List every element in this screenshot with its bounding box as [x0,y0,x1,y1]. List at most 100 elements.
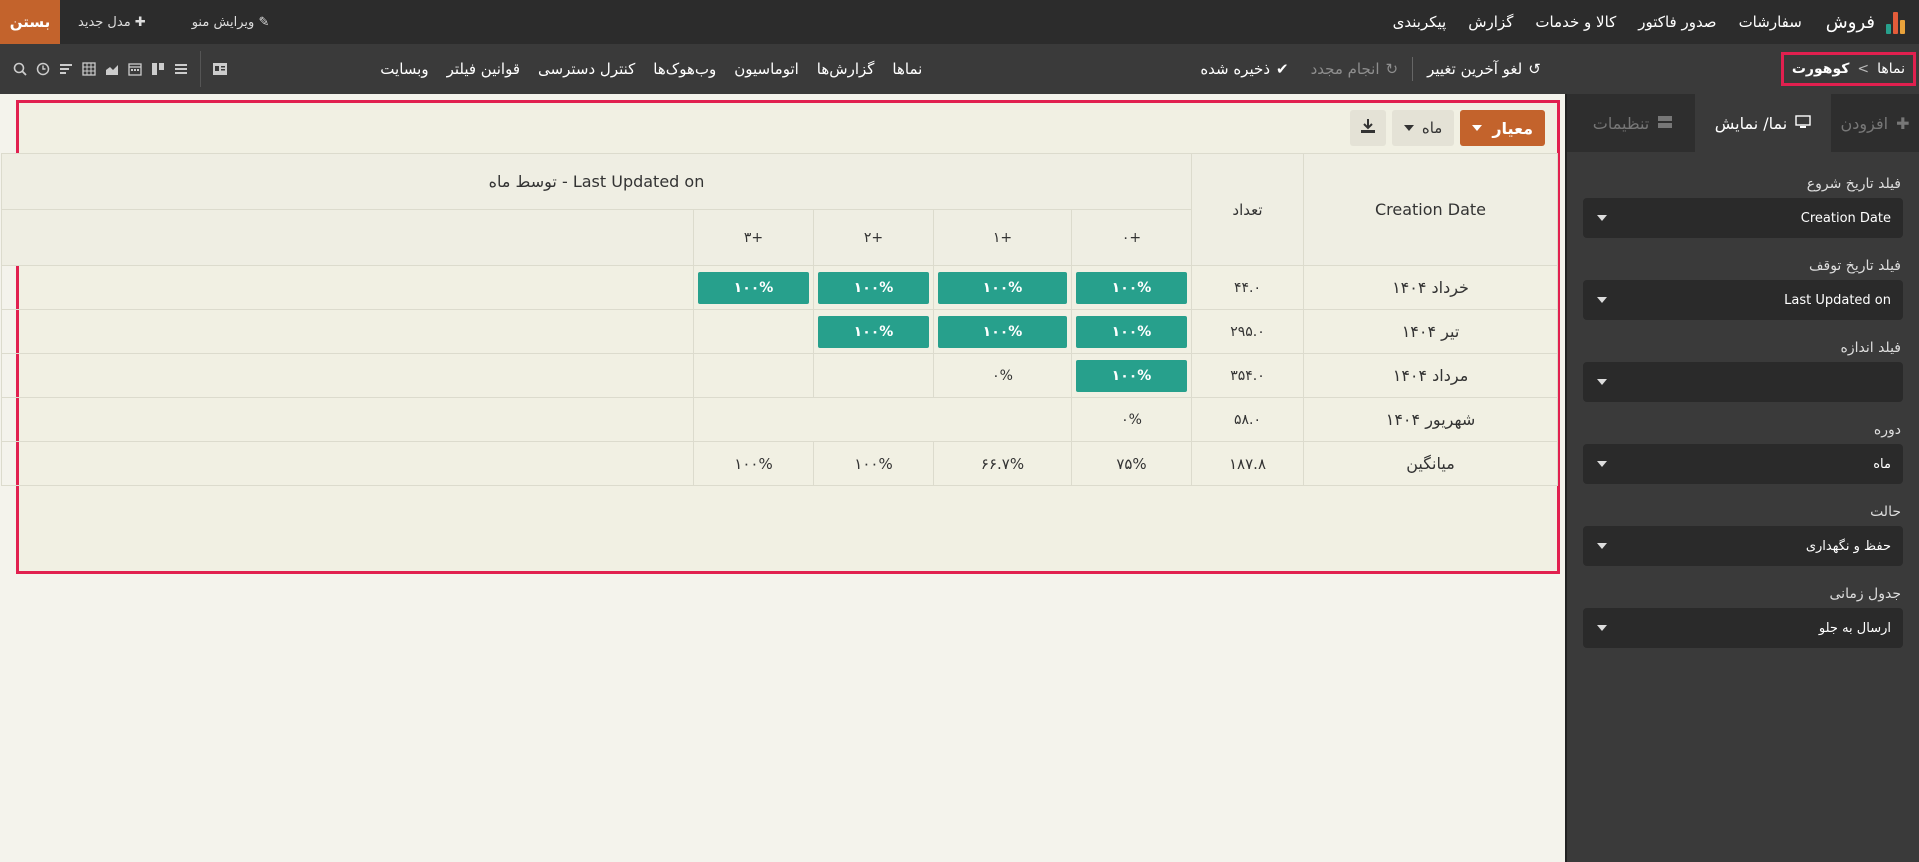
cohort-toolbar: معیار ماه [19,103,1557,153]
cohort-cell[interactable]: ۱۰۰% [933,309,1072,354]
plus-icon: ✚ [134,14,146,30]
menu-configuration[interactable]: پیکربندی [1393,13,1447,31]
cohort-cell[interactable]: ۱۰۰% [1071,265,1192,310]
menu-invoicing[interactable]: صدور فاکتور [1638,13,1716,31]
breadcrumb-views[interactable]: نماها [1877,61,1905,77]
start-date-select[interactable]: Creation Date [1583,198,1903,238]
interval-button[interactable]: ماه [1391,110,1455,146]
field-label: فیلد تاریخ توقف [1809,258,1901,274]
redo-icon: ↻ [1385,60,1399,78]
header-interval-2: +۲ [813,209,934,266]
new-model-link[interactable]: ✚ مدل جدید [78,15,146,30]
cohort-cell[interactable]: ۱۰۰% [1071,309,1192,354]
average-cell: ۶۶.۷% [933,441,1072,486]
form-view-icon[interactable] [212,61,228,77]
list-view-icon[interactable] [173,61,189,77]
cohort-cell[interactable]: ۰% [933,353,1072,398]
search-view-icon[interactable] [12,61,28,77]
caret-down-icon [1597,461,1607,467]
kanban-view-icon[interactable] [150,61,166,77]
measures-button[interactable]: معیار [1460,110,1545,146]
app-brand[interactable]: فروش [1802,10,1905,34]
caret-down-icon [1472,125,1483,131]
tab-add[interactable]: ✚ افزودن [1831,94,1919,152]
check-icon: ✔ [1276,60,1289,78]
redo-button[interactable]: ↻ انجام مجدد [1311,60,1399,78]
field-stop-date: فیلد تاریخ توقف Last Updated on [1567,258,1919,320]
link-reports[interactable]: گزارش‌ها [817,60,875,78]
empty-cell [1,309,694,354]
table-row[interactable]: خرداد ۱۴۰۴ ۴۴.۰ ۱۰۰% ۱۰۰% ۱۰۰% ۱۰۰% [1,265,1558,310]
row-date: شهریور ۱۴۰۴ [1303,397,1558,442]
average-label: میانگین [1303,441,1558,486]
graph-view-icon[interactable] [104,61,120,77]
timeline-select[interactable]: ارسال به جلو [1583,608,1903,648]
field-timeline: جدول زمانی ارسال به جلو [1567,586,1919,648]
undo-icon: ↺ [1528,60,1541,78]
table-row[interactable]: مرداد ۱۴۰۴ ۳۵۴.۰ ۱۰۰% ۰% [1,353,1558,398]
tab-view[interactable]: نما/ نمایش [1695,94,1831,152]
interval-select[interactable]: ماه [1583,444,1903,484]
app-logo-icon [1883,10,1905,34]
breadcrumb-separator: > [1857,61,1870,77]
link-website[interactable]: وبسایت [380,60,428,78]
measure-field-select[interactable] [1583,362,1903,402]
monitor-icon [1795,114,1811,133]
row-date: تیر ۱۴۰۴ [1303,309,1558,354]
menu-reporting[interactable]: گزارش [1468,13,1513,31]
link-views[interactable]: نماها [892,60,922,78]
average-cell: ۱۰۰% [813,441,934,486]
average-row: میانگین ۱۸۷.۸ ۷۵% ۶۶.۷% ۱۰۰% ۱۰۰% [1,441,1558,486]
header-interval-1: +۱ [933,209,1072,266]
link-access-control[interactable]: کنترل دسترسی [538,60,635,78]
row-count: ۴۴.۰ [1191,265,1304,310]
header-empty [1,209,694,266]
calendar-view-icon[interactable] [127,61,143,77]
header-interval-0: +۰ [1071,209,1192,266]
cohort-cell[interactable]: ۱۰۰% [1071,353,1192,398]
tab-settings[interactable]: تنظیمات [1571,94,1695,152]
undo-button[interactable]: ↺ لغو آخرین تغییر [1427,60,1541,78]
pivot-view-icon[interactable] [81,61,97,77]
stop-date-select[interactable]: Last Updated on [1583,280,1903,320]
field-label: فیلد اندازه [1840,340,1901,356]
link-filter-rules[interactable]: قوانین فیلتر [447,60,520,78]
menu-products[interactable]: کالا و خدمات [1535,13,1616,31]
field-label: فیلد تاریخ شروع [1806,176,1901,192]
cohort-cell[interactable]: ۱۰۰% [693,265,814,310]
average-cell: ۷۵% [1071,441,1192,486]
caret-down-icon [1597,215,1607,221]
average-cell: ۱۰۰% [693,441,814,486]
field-label: حالت [1870,504,1901,520]
link-automation[interactable]: اتوماسیون [734,60,799,78]
studio-toolbar: نماها > کوهورت ↺ لغو آخرین تغییر ↻ انجام م… [0,44,1919,94]
empty-cell [1,397,694,442]
link-webhooks[interactable]: وب‌هوک‌ها [653,60,716,78]
menu-orders[interactable]: سفارشات [1739,13,1802,31]
cohort-cell[interactable]: ۰% [1071,397,1192,442]
download-button[interactable] [1349,110,1386,146]
cohort-cell[interactable]: ۱۰۰% [813,265,934,310]
cohort-view-icon[interactable] [58,61,74,77]
edit-menu-link[interactable]: ✎ ویرایش منو [192,15,270,30]
breadcrumb: نماها > کوهورت [1780,52,1916,86]
table-row[interactable]: تیر ۱۴۰۴ ۲۹۵.۰ ۱۰۰% ۱۰۰% ۱۰۰% [1,309,1558,354]
mode-select[interactable]: حفظ و نگهداری [1583,526,1903,566]
close-button[interactable]: بستن [0,0,60,44]
table-row[interactable]: شهریور ۱۴۰۴ ۵۸.۰ ۰% [1,397,1558,442]
field-label: دوره [1873,422,1901,438]
breadcrumb-current: کوهورت [1791,61,1850,77]
activity-view-icon[interactable] [35,61,51,77]
row-count: ۳۵۴.۰ [1191,353,1304,398]
sidebar: ✚ افزودن نما/ نمایش تنظیمات فیلد تاریخ ش… [1565,94,1919,862]
empty-cell [1,441,694,486]
average-count: ۱۸۷.۸ [1191,441,1304,486]
field-start-date: فیلد تاریخ شروع Creation Date [1567,176,1919,238]
saved-status: ✔ ذخیره شده [1200,60,1289,78]
cohort-cell[interactable]: ۱۰۰% [813,309,934,354]
cohort-cell[interactable]: ۱۰۰% [933,265,1072,310]
download-icon [1360,118,1376,138]
empty-cell [933,397,1072,442]
top-navbar: فروش سفارشات صدور فاکتور کالا و خدمات گز… [0,0,1919,44]
field-label: جدول زمانی [1829,586,1901,602]
